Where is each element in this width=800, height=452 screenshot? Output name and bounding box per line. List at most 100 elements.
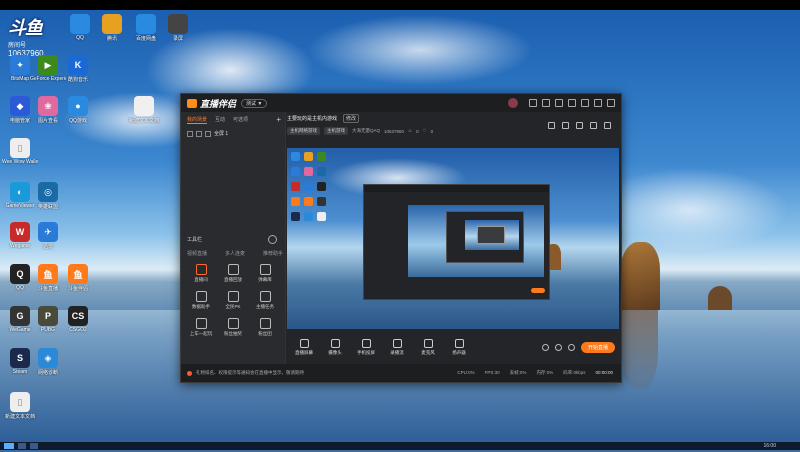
tool-item[interactable]: 粉丝团 (249, 318, 281, 337)
gear-icon[interactable] (567, 343, 575, 351)
desktop-icon-label: 斗鱼伴侣 (67, 286, 88, 292)
microphone-button[interactable]: 麦克风 (414, 338, 442, 356)
phone-cast-button[interactable]: 手机投屏 (352, 338, 380, 356)
desktop-icon[interactable]: K 酷狗音乐 (60, 55, 96, 83)
brand-name: 直播伴侣 (200, 98, 237, 109)
desktop-icon[interactable]: ▯ Wee Wow Wallet (2, 138, 38, 165)
camera-button[interactable]: 摄像头 (321, 338, 349, 356)
desktop-icon-label: 新建文本文档 (128, 118, 159, 124)
desktop-icon[interactable]: 鱼斗鱼伴侣 (60, 264, 96, 292)
backpack-icon[interactable] (548, 122, 555, 129)
eye-icon[interactable] (187, 130, 193, 137)
tab-scenes[interactable]: 我的场景 (187, 116, 208, 124)
fire-icon: ♨ (408, 128, 413, 133)
minimize-button[interactable] (581, 99, 589, 107)
app-icon (70, 14, 90, 34)
tool-label: 粉丝团 (258, 331, 272, 336)
room-title[interactable]: 主要玩的是主机内游戏 (287, 115, 337, 122)
screen-capture-button[interactable]: 直播屏幕 (290, 338, 318, 356)
desktop-icon[interactable]: ◈ 网络诊断 (30, 348, 66, 376)
desktop-icon[interactable]: 腾讯 (94, 14, 130, 42)
app-icon: ▯ (10, 392, 30, 412)
desktop-icon[interactable]: QQ (62, 14, 98, 41)
avatar[interactable] (508, 98, 518, 108)
lock-icon[interactable] (196, 130, 202, 137)
menu-icon[interactable] (568, 99, 576, 107)
desktop-file-icon[interactable]: 新建文本文档 (126, 96, 162, 124)
tool-item[interactable]: 直播间 (185, 264, 217, 283)
tab-video-live[interactable]: 视频直播 (187, 250, 207, 257)
tab-recommend[interactable]: 推荐助手 (263, 250, 283, 257)
tab-options[interactable]: 可选项 (233, 116, 248, 124)
desktop-icon[interactable]: ▯ 新建文本文档 (2, 392, 38, 420)
scene-item[interactable]: 全屏 1 (181, 128, 285, 139)
tool-icon (195, 291, 207, 302)
eye-preview-icon[interactable] (554, 343, 562, 351)
message-icon[interactable] (542, 99, 550, 107)
wallpaper-rock (620, 242, 660, 310)
edit-room-button[interactable]: 修改 (343, 114, 360, 123)
lock-room-icon[interactable] (562, 122, 569, 129)
bell-icon[interactable] (590, 122, 597, 129)
taskbar-app-icon[interactable] (30, 443, 38, 449)
tool-item[interactable]: 上车一起玩 (185, 318, 217, 337)
maximize-button[interactable] (594, 99, 602, 107)
app-icon: 鱼 (68, 264, 88, 284)
heat-count: 0 (416, 128, 419, 134)
tool-item[interactable]: 直播回放 (217, 264, 249, 283)
follower-icon: ♡ (422, 128, 427, 133)
subcategory-chip[interactable]: 主机游戏 (324, 127, 348, 135)
preview-nested-window (363, 184, 550, 300)
wallpaper-rock-reflection (622, 310, 658, 390)
memory-stat: 内存:0% (536, 370, 554, 375)
speaker-button[interactable]: 扬声器 (445, 338, 473, 356)
app-icon: ❀ (38, 96, 58, 116)
tool-label: 直播回放 (224, 277, 242, 282)
tool-item[interactable]: 主播任务 (249, 291, 281, 310)
desktop-icon-label: 百度网盘 (135, 36, 156, 42)
record-stream-button[interactable]: 录播流 (383, 338, 411, 356)
category-chip[interactable]: 主机网络游戏 (287, 127, 320, 135)
tool-icon (195, 318, 207, 329)
control-bar: 直播屏幕 摄像头 手机投屏 录播流 麦克风 扬声器 开始直播 (287, 332, 619, 362)
desktop-icon[interactable]: 百度网盘 (128, 14, 164, 42)
tool-item[interactable]: 粉丝抽奖 (217, 318, 249, 337)
tool-item[interactable]: 弹幕库 (249, 264, 281, 283)
window-controls (508, 98, 615, 108)
app-icon: ▯ (10, 138, 30, 158)
add-scene-icon[interactable]: + (276, 115, 281, 124)
tool-label: 数据助手 (192, 304, 210, 309)
desktop-icon[interactable]: ◎ 英雄联盟 (30, 182, 66, 210)
skin-icon[interactable] (529, 99, 537, 107)
live-companion-window[interactable]: 直播伴侣 测试 ▼ 我的场景 互动 可选项 + 全屏 1 工具栏 视频直播 多人… (180, 93, 622, 383)
desktop-icon[interactable]: ✈ 迅雷 (30, 222, 66, 250)
streamer-name: 大海无量QAQ (352, 128, 381, 133)
version-badge[interactable]: 测试 ▼ (241, 98, 268, 108)
start-live-button[interactable]: 开始直播 (580, 341, 615, 353)
wallpaper-far-rock (708, 286, 732, 310)
tab-interact[interactable]: 互动 (215, 116, 225, 124)
desktop-icon[interactable]: CS CSGO2 (60, 306, 96, 333)
tools-collapse-icon[interactable] (268, 235, 277, 244)
taskbar-app-icon[interactable] (18, 443, 26, 449)
document-icon (134, 96, 154, 116)
settings-icon[interactable] (555, 99, 563, 107)
taskbar-clock[interactable]: 16:00 (763, 443, 776, 449)
tool-item[interactable]: 全民PK (217, 291, 249, 310)
stream-preview[interactable] (287, 148, 619, 329)
fullscreen-icon[interactable] (576, 122, 583, 129)
app-icon: ✈ (38, 222, 58, 242)
desktop-icon-label: 酷狗音乐 (67, 77, 88, 83)
close-button[interactable] (607, 99, 615, 107)
tab-multi-mic[interactable]: 多人连麦 (225, 250, 245, 257)
app-icon: G (10, 306, 30, 326)
desktop-icon[interactable]: ● QQ游戏 (60, 96, 96, 124)
window-titlebar[interactable]: 直播伴侣 测试 ▼ (181, 94, 621, 112)
record-icon[interactable] (541, 343, 549, 351)
share-icon[interactable] (604, 122, 611, 129)
desktop-icon[interactable]: 录屏 (160, 14, 196, 42)
start-button[interactable] (4, 443, 14, 449)
stream-stats: CPU:0% FPS:30 丢帧:0% 内存:0% 码率:0kbps 00:00… (457, 370, 613, 376)
app-icon: S (10, 348, 30, 368)
tool-item[interactable]: 数据助手 (185, 291, 217, 310)
